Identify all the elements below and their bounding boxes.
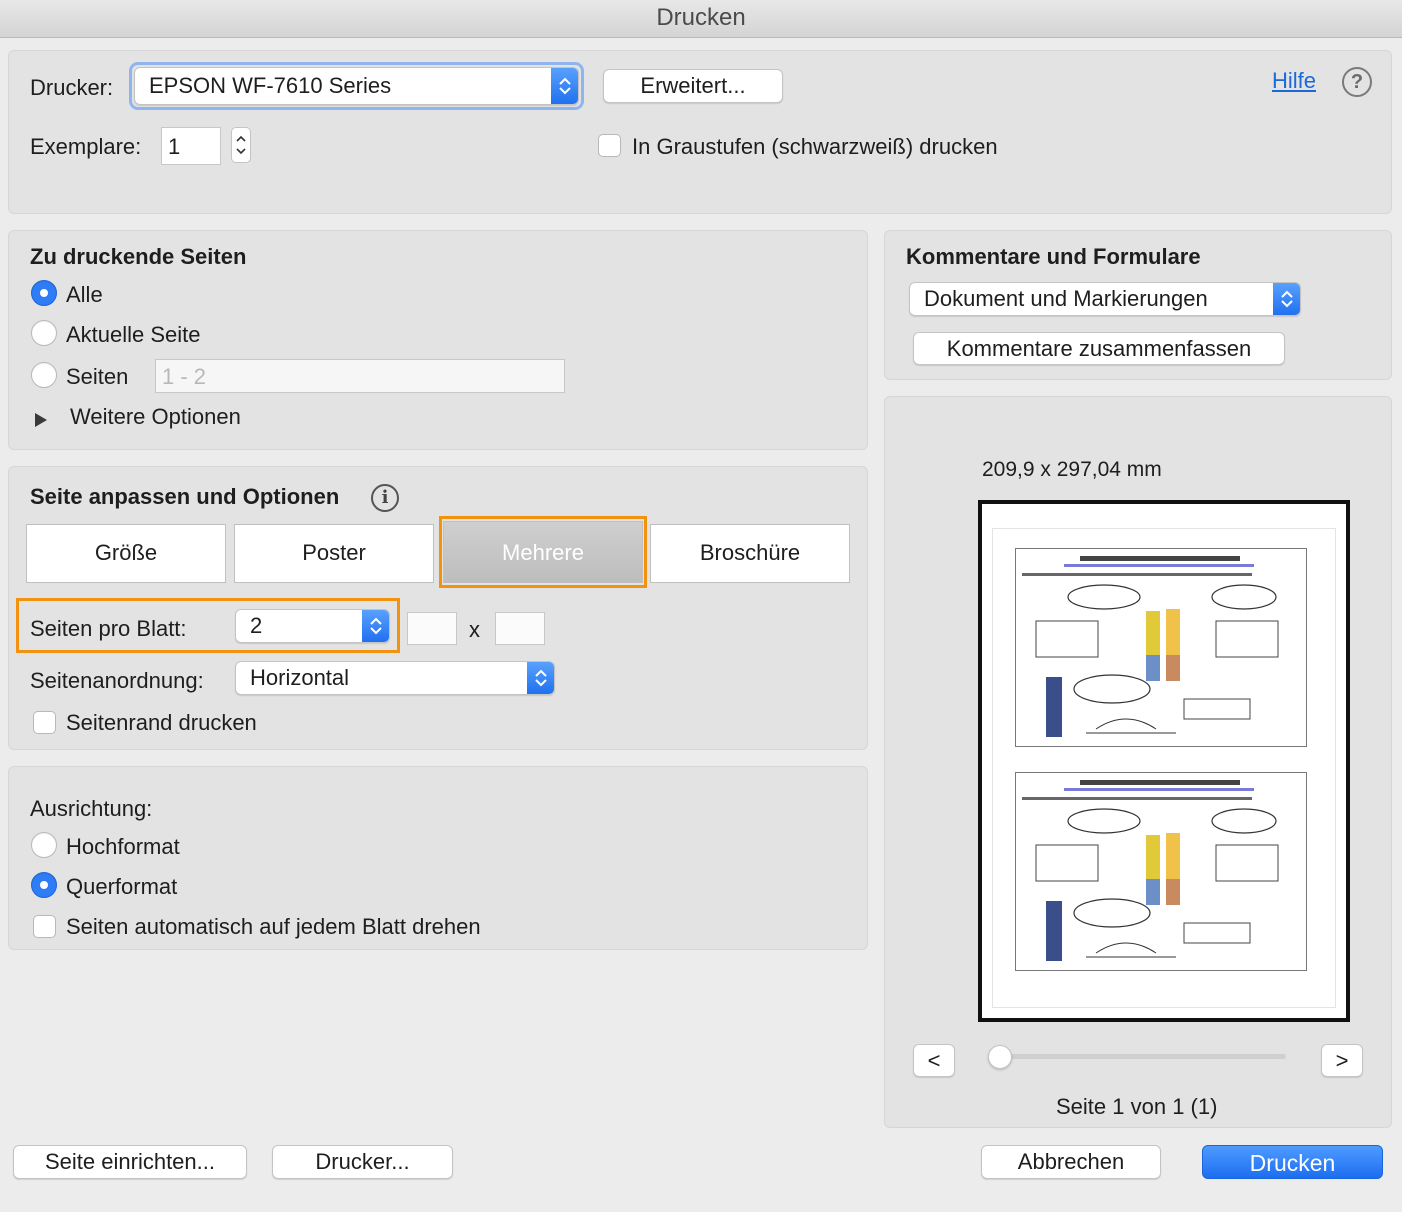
worksheet-thumbnail-icon <box>1022 780 1279 961</box>
printer-button[interactable]: Drucker... <box>272 1145 453 1179</box>
window-title: Drucken <box>656 4 746 31</box>
tab-size[interactable]: Größe <box>26 524 226 583</box>
pages-current-label: Aktuelle Seite <box>66 322 201 347</box>
grayscale-label: In Graustufen (schwarzweiß) drucken <box>632 134 998 159</box>
next-page-button[interactable]: > <box>1321 1044 1363 1077</box>
page-thumbnail <box>1015 548 1307 747</box>
updown-chevron-icon <box>1273 283 1300 315</box>
advanced-button[interactable]: Erweitert... <box>603 69 783 103</box>
tab-multiple-highlight <box>439 516 647 588</box>
grid-columns-input[interactable] <box>407 612 457 645</box>
window-title-bar: Drucken <box>0 0 1402 38</box>
printer-select-value: EPSON WF-7610 Series <box>149 73 392 98</box>
updown-chevron-icon <box>551 68 578 104</box>
sheet-preview <box>993 529 1335 1007</box>
landscape-label: Querformat <box>66 874 178 899</box>
pages-per-sheet-value: 2 <box>250 613 263 638</box>
updown-chevron-icon <box>362 610 389 642</box>
landscape-radio[interactable] <box>31 872 57 898</box>
sizing-heading: Seite anpassen und Optionen <box>30 484 340 509</box>
page-order-label: Seitenanordnung: <box>30 668 204 693</box>
info-icon[interactable]: i <box>371 484 399 512</box>
copies-label: Exemplare: <box>30 134 142 159</box>
pages-range-label: Seiten <box>66 364 129 389</box>
print-border-label: Seitenrand drucken <box>66 710 257 735</box>
orientation-heading: Ausrichtung: <box>30 796 153 821</box>
help-link[interactable]: Hilfe <box>1272 68 1316 94</box>
auto-rotate-checkbox[interactable] <box>33 915 56 938</box>
comments-heading: Kommentare und Formulare <box>906 244 1201 269</box>
page-setup-button[interactable]: Seite einrichten... <box>13 1145 247 1179</box>
pages-per-sheet-select[interactable]: 2 <box>235 609 390 643</box>
cancel-button[interactable]: Abbrechen <box>981 1145 1161 1179</box>
print-border-checkbox[interactable] <box>33 711 56 734</box>
pages-all-label: Alle <box>66 282 103 307</box>
updown-chevron-icon <box>527 662 554 694</box>
page-order-select[interactable]: Horizontal <box>235 661 555 695</box>
page-preview <box>978 500 1350 1022</box>
comments-select-value: Dokument und Markierungen <box>924 286 1208 311</box>
print-button[interactable]: Drucken <box>1202 1145 1383 1179</box>
page-status: Seite 1 von 1 (1) <box>1056 1094 1218 1119</box>
grid-rows-input[interactable] <box>495 612 545 645</box>
portrait-radio[interactable] <box>31 832 57 858</box>
printer-label: Drucker: <box>30 75 114 100</box>
pages-range-radio[interactable] <box>31 362 57 388</box>
copies-input[interactable]: 1 <box>161 127 221 165</box>
printer-select[interactable]: EPSON WF-7610 Series <box>134 67 579 105</box>
pages-all-radio[interactable] <box>31 280 57 306</box>
pages-heading: Zu druckende Seiten <box>30 244 247 269</box>
disclosure-triangle-icon[interactable] <box>34 408 48 434</box>
portrait-label: Hochformat <box>66 834 180 859</box>
copies-stepper[interactable] <box>231 127 251 163</box>
previous-page-button[interactable]: < <box>913 1044 955 1077</box>
tab-poster[interactable]: Poster <box>234 524 434 583</box>
paper-size-label: 209,9 x 297,04 mm <box>982 458 1162 481</box>
worksheet-thumbnail-icon <box>1022 556 1279 737</box>
pages-per-sheet-label: Seiten pro Blatt: <box>30 616 187 641</box>
page-slider-knob[interactable] <box>988 1045 1012 1069</box>
times-label: x <box>469 617 480 642</box>
auto-rotate-label: Seiten automatisch auf jedem Blatt drehe… <box>66 914 481 939</box>
comments-select[interactable]: Dokument und Markierungen <box>909 282 1301 316</box>
stepper-chevron-icon <box>236 135 246 155</box>
page-order-value: Horizontal <box>250 665 350 690</box>
summarize-comments-button[interactable]: Kommentare zusammenfassen <box>913 332 1285 365</box>
pages-range-input[interactable]: 1 - 2 <box>155 359 565 393</box>
help-icon[interactable]: ? <box>1342 67 1372 97</box>
grayscale-checkbox[interactable] <box>598 134 621 157</box>
page-thumbnail <box>1015 772 1307 971</box>
pages-current-radio[interactable] <box>31 320 57 346</box>
page-slider-track[interactable] <box>990 1054 1286 1059</box>
tab-booklet[interactable]: Broschüre <box>650 524 850 583</box>
more-options-label[interactable]: Weitere Optionen <box>70 404 241 430</box>
